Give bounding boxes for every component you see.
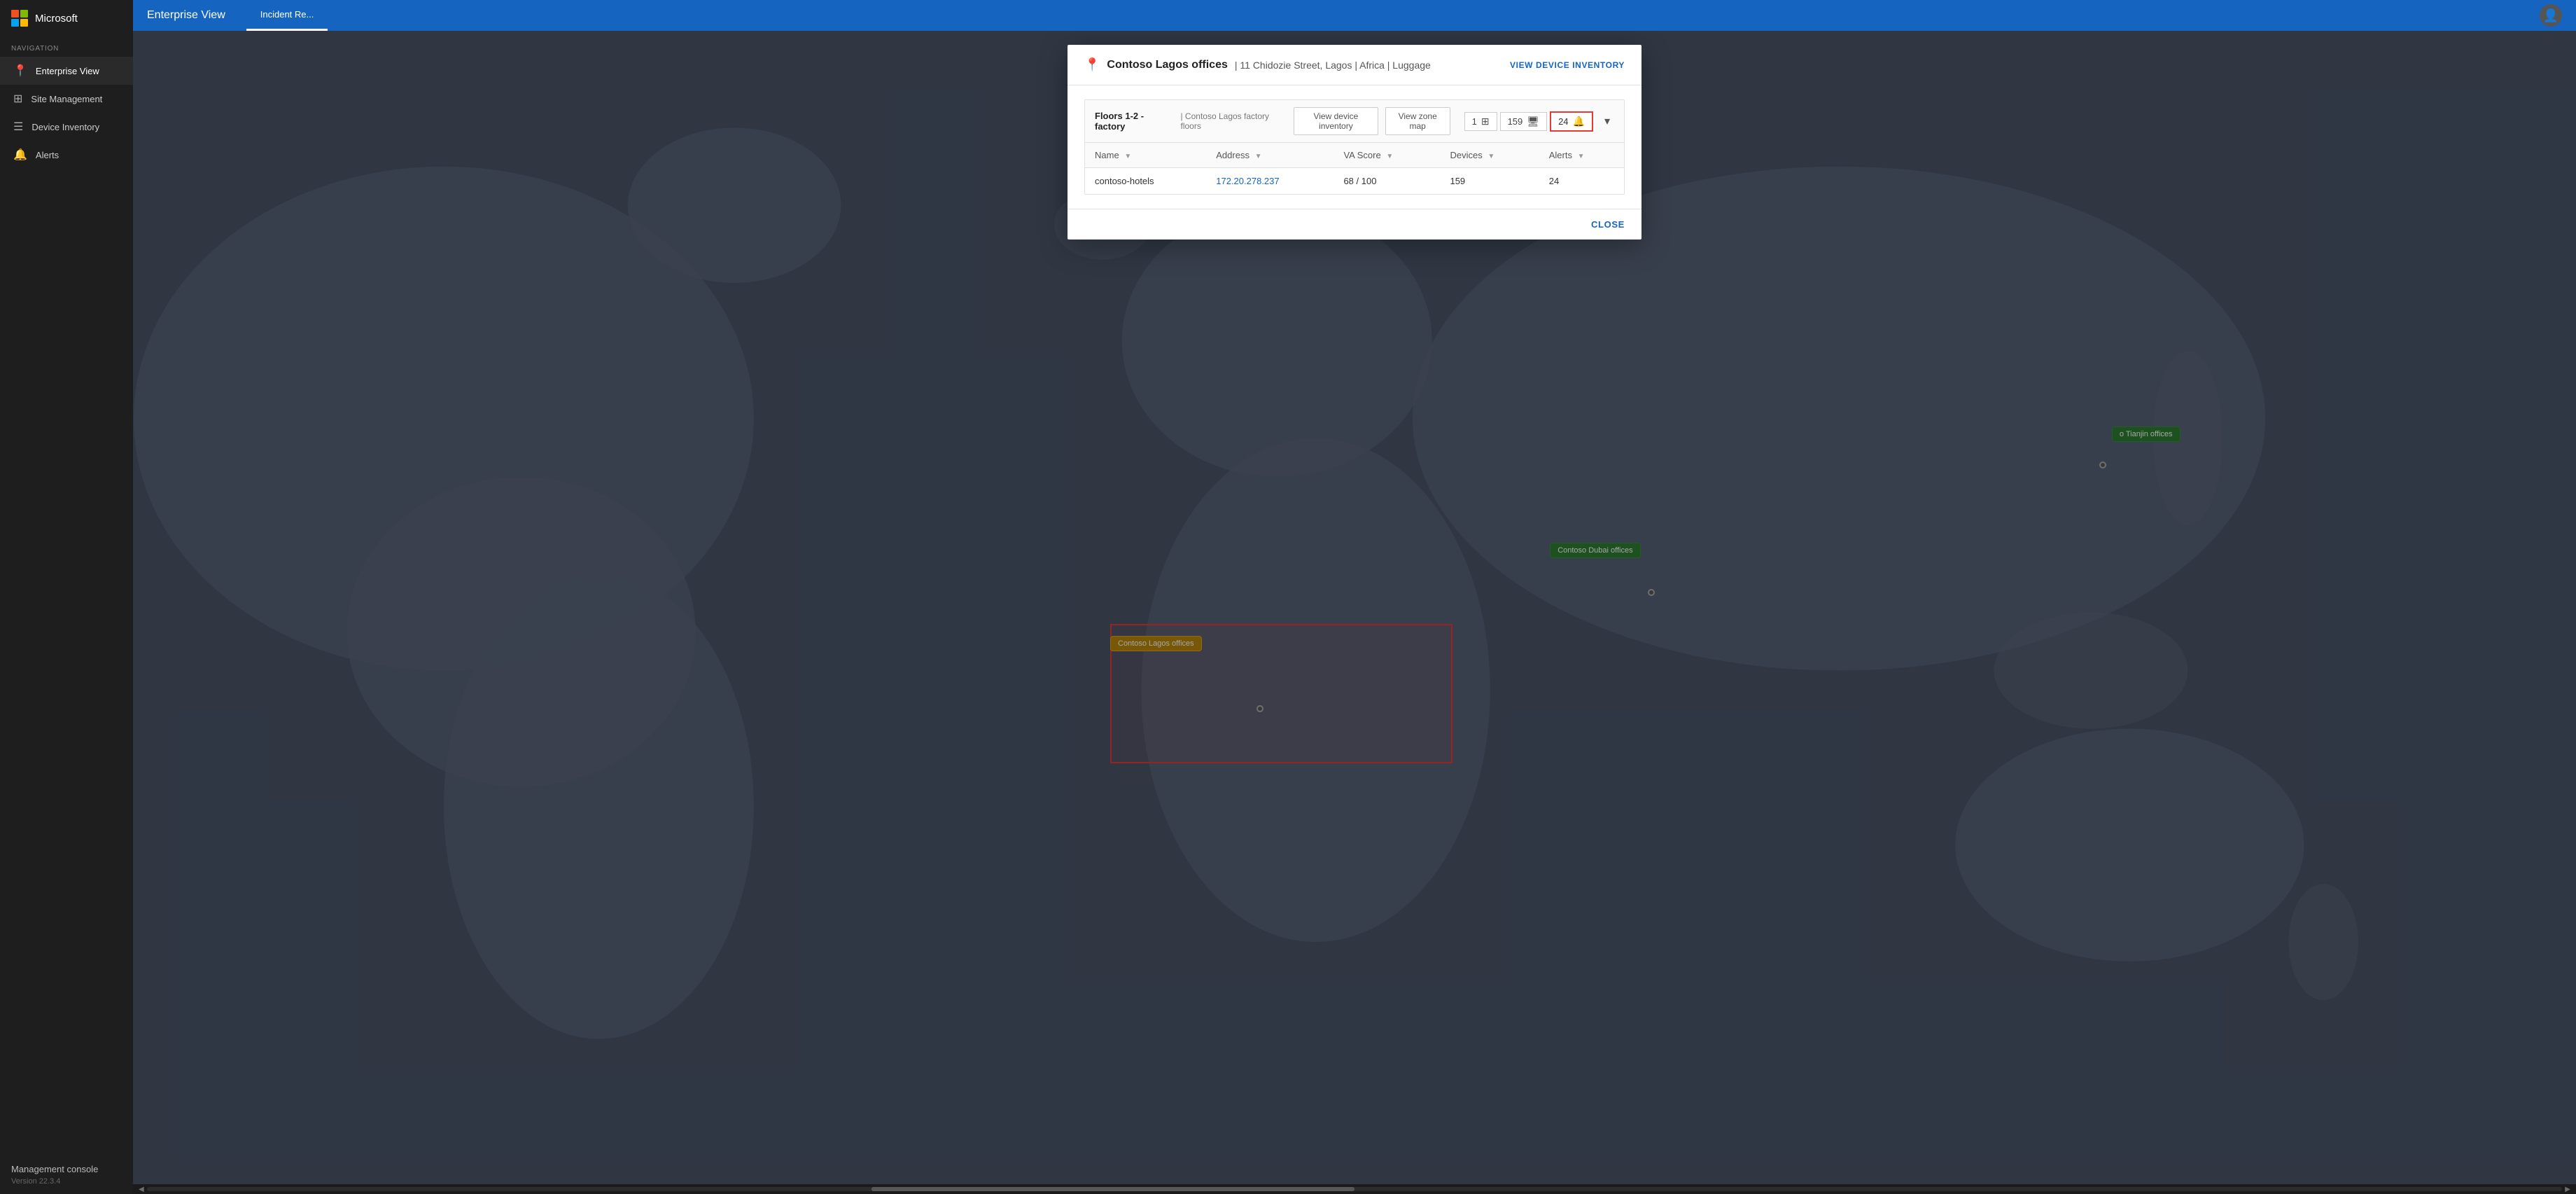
sort-name-icon[interactable]: ▼ bbox=[1124, 153, 1131, 160]
sort-vascore-icon[interactable]: ▼ bbox=[1386, 153, 1393, 160]
floor-subtitle: | Contoso Lagos factory floors bbox=[1180, 111, 1284, 131]
modal-title-row: 📍 Contoso Lagos offices | 11 Chidozie St… bbox=[1084, 57, 1431, 72]
floor-header: Floors 1-2 - factory | Contoso Lagos fac… bbox=[1085, 100, 1624, 143]
sort-alerts-icon[interactable]: ▼ bbox=[1578, 153, 1585, 160]
location-icon: 📍 bbox=[13, 64, 27, 78]
view-device-inventory-button[interactable]: View device inventory bbox=[1294, 107, 1378, 135]
col-address: Address ▼ bbox=[1206, 143, 1334, 168]
stat-alerts-value: 24 bbox=[1558, 116, 1568, 127]
alert-bell-icon: 🔔 bbox=[1573, 116, 1585, 127]
stat-devices-value: 159 bbox=[1508, 116, 1523, 127]
col-va-score: VA Score ▼ bbox=[1334, 143, 1440, 168]
sidebar-item-label: Site Management bbox=[31, 94, 102, 104]
cell-va-score: 68 / 100 bbox=[1334, 168, 1440, 195]
list-icon: ☰ bbox=[13, 120, 23, 134]
sidebar-item-label: Device Inventory bbox=[31, 122, 99, 132]
col-alerts: Alerts ▼ bbox=[1539, 143, 1624, 168]
floor-section: Floors 1-2 - factory | Contoso Lagos fac… bbox=[1084, 99, 1625, 195]
modal-header: 📍 Contoso Lagos offices | 11 Chidozie St… bbox=[1068, 45, 1642, 85]
sidebar-item-site-management[interactable]: ⊞ Site Management bbox=[0, 85, 133, 113]
view-zone-map-button[interactable]: View zone map bbox=[1385, 107, 1450, 135]
tab-incident-response[interactable]: Incident Re... bbox=[246, 0, 328, 31]
floor-header-actions: View device inventory View zone map 1 ⊞ bbox=[1294, 107, 1614, 135]
sidebar-item-label: Alerts bbox=[36, 150, 59, 160]
sidebar: Microsoft NAVIGATION 📍 Enterprise View ⊞… bbox=[0, 0, 133, 1194]
table-row: contoso-hotels 172.20.278.237 68 / 100 1… bbox=[1085, 168, 1624, 195]
sort-devices-icon[interactable]: ▼ bbox=[1488, 153, 1494, 160]
cell-devices: 159 bbox=[1440, 168, 1539, 195]
user-avatar[interactable]: 👤 bbox=[2540, 4, 2562, 27]
monitor-icon: 🖥 bbox=[1527, 116, 1539, 127]
close-button[interactable]: CLOSE bbox=[1591, 219, 1625, 230]
modal-footer: CLOSE bbox=[1068, 209, 1642, 240]
location-modal: 📍 Contoso Lagos offices | 11 Chidozie St… bbox=[1068, 45, 1642, 240]
cell-name: contoso-hotels bbox=[1085, 168, 1206, 195]
cell-address[interactable]: 172.20.278.237 bbox=[1206, 168, 1334, 195]
bell-icon: 🔔 bbox=[13, 148, 27, 162]
modal-title: Contoso Lagos offices bbox=[1107, 59, 1227, 71]
floors-icon: ⊞ bbox=[1481, 116, 1490, 127]
nav-label: NAVIGATION bbox=[0, 36, 133, 57]
view-device-inventory-header-button[interactable]: VIEW DEVICE INVENTORY bbox=[1510, 60, 1625, 70]
sort-address-icon[interactable]: ▼ bbox=[1255, 153, 1262, 160]
grid-icon: ⊞ bbox=[13, 92, 22, 106]
col-devices: Devices ▼ bbox=[1440, 143, 1539, 168]
sidebar-item-alerts[interactable]: 🔔 Alerts bbox=[0, 141, 133, 169]
modal-overlay: 📍 Contoso Lagos offices | 11 Chidozie St… bbox=[133, 31, 2576, 1194]
management-console-label: Management console bbox=[11, 1164, 122, 1174]
sidebar-item-device-inventory[interactable]: ☰ Device Inventory bbox=[0, 113, 133, 141]
map-area: o Tianjin offices Contoso Dubai offices … bbox=[133, 31, 2576, 1194]
sidebar-item-label: Enterprise View bbox=[36, 66, 99, 76]
expand-section-button[interactable]: ▾ bbox=[1600, 113, 1614, 130]
version-label: Version 22.3.4 bbox=[11, 1177, 122, 1186]
user-icon: 👤 bbox=[2543, 8, 2558, 23]
col-name: Name ▼ bbox=[1085, 143, 1206, 168]
floor-table: Name ▼ Address ▼ VA Score bbox=[1085, 143, 1624, 194]
stat-count-box: 1 ⊞ bbox=[1464, 112, 1497, 131]
app-name: Microsoft bbox=[35, 13, 78, 25]
location-pin-icon: 📍 bbox=[1084, 57, 1100, 72]
sidebar-header: Microsoft bbox=[0, 0, 133, 36]
modal-body: Floors 1-2 - factory | Contoso Lagos fac… bbox=[1068, 85, 1642, 209]
modal-location-details: | 11 Chidozie Street, Lagos | Africa | L… bbox=[1235, 60, 1431, 71]
stat-count-value: 1 bbox=[1472, 116, 1477, 127]
floor-stats: 1 ⊞ 159 🖥 24 bbox=[1464, 111, 1593, 132]
cell-alerts: 24 bbox=[1539, 168, 1624, 195]
stat-alerts-box: 24 🔔 bbox=[1550, 111, 1593, 132]
ms-logo-icon bbox=[11, 10, 28, 27]
stat-devices-box: 159 🖥 bbox=[1500, 112, 1547, 131]
main-area: Enterprise View Incident Re... 👤 bbox=[133, 0, 2576, 1194]
page-title: Enterprise View bbox=[147, 9, 225, 22]
sidebar-footer: Management console Version 22.3.4 bbox=[0, 1155, 133, 1194]
top-bar-tabs: Incident Re... bbox=[246, 0, 328, 31]
top-bar: Enterprise View Incident Re... 👤 bbox=[133, 0, 2576, 31]
sidebar-item-enterprise-view[interactable]: 📍 Enterprise View bbox=[0, 57, 133, 85]
floor-title: Floors 1-2 - factory bbox=[1095, 111, 1170, 132]
table-header-row: Name ▼ Address ▼ VA Score bbox=[1085, 143, 1624, 168]
